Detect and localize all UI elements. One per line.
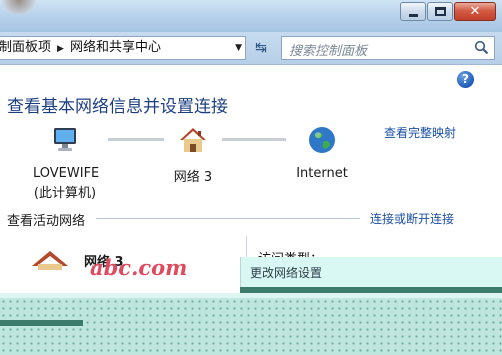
internet-label: Internet [296, 166, 348, 181]
network-node-network[interactable]: 网络 3 [163, 125, 223, 185]
computer-subtitle: (此计算机) [33, 186, 97, 201]
change-network-settings-link[interactable]: 更改网络设置 [250, 264, 322, 281]
search-icon[interactable] [474, 40, 489, 59]
view-full-map-link[interactable]: 查看完整映射 [384, 124, 456, 141]
dotted-pattern-area [0, 298, 502, 355]
overlay-bar-left [0, 320, 83, 326]
breadcrumb-separator-icon[interactable]: ▶ [57, 38, 64, 59]
computer-icon [50, 125, 80, 155]
help-icon[interactable]: ? [457, 71, 474, 88]
title-bar: ✕ [0, 0, 502, 32]
computer-name: LOVEWIFE [33, 166, 100, 181]
minimize-button[interactable] [400, 2, 426, 21]
maximize-button[interactable] [427, 2, 453, 21]
address-dropdown-icon[interactable]: ▼ [235, 37, 242, 59]
overlay-band-right: 更改网络设置 [240, 257, 502, 287]
breadcrumb-network-sharing-center[interactable]: 网络和共享中心 [70, 37, 161, 59]
watermark-text: abc.com [90, 255, 188, 280]
connection-line [108, 138, 164, 141]
minimize-icon [409, 14, 418, 17]
window-controls: ✕ [399, 2, 496, 22]
address-bar[interactable]: 制面板项 ▶ 网络和共享中心 ▼ [0, 36, 246, 60]
navigation-bar: 制面板项 ▶ 网络和共享中心 ▼ ↹ 搜索控制面板 [0, 32, 502, 65]
page-title: 查看基本网络信息并设置连接 [7, 97, 228, 117]
section-divider [96, 218, 360, 219]
search-input[interactable]: 搜索控制面板 [281, 36, 495, 60]
globe-icon [307, 125, 337, 155]
window-icon [2, 0, 36, 14]
close-button[interactable]: ✕ [454, 2, 496, 21]
breadcrumb-control-panel-items[interactable]: 制面板项 [0, 37, 51, 59]
network-node-internet[interactable]: Internet [287, 125, 357, 181]
connection-line [222, 138, 286, 141]
refresh-button[interactable]: ↹ [249, 38, 273, 58]
active-networks-heading: 查看活动网络 [7, 214, 86, 229]
house-icon [178, 125, 208, 155]
close-icon: ✕ [469, 4, 481, 19]
network-node-computer: LOVEWIFE (此计算机) [33, 125, 100, 201]
maximize-icon [435, 7, 446, 16]
search-placeholder: 搜索控制面板 [289, 44, 368, 59]
network-node-label: 网络 3 [173, 170, 213, 185]
connect-disconnect-link[interactable]: 连接或断开连接 [370, 210, 454, 227]
